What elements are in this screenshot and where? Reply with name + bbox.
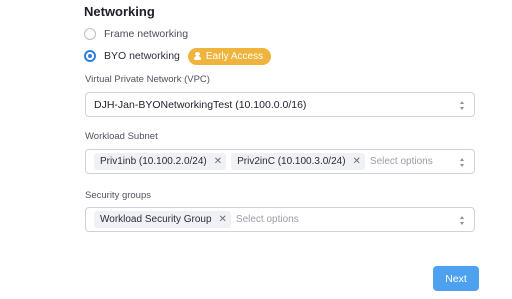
frame-networking-radio[interactable] bbox=[84, 28, 96, 40]
frame-networking-option[interactable]: Frame networking bbox=[84, 26, 188, 42]
early-access-label: Early Access bbox=[205, 50, 264, 62]
security-groups-label: Security groups bbox=[85, 190, 152, 201]
security-groups-search-input[interactable]: Select options bbox=[236, 214, 299, 225]
byo-networking-option[interactable]: BYO networking Early Access bbox=[84, 47, 272, 65]
subnet-chip-label: Priv2inC (10.100.3.0/24) bbox=[237, 156, 346, 167]
security-groups-select[interactable]: Workload Security Group ✕ Select options bbox=[85, 207, 475, 232]
subnet-search-input[interactable]: Select options bbox=[370, 156, 433, 167]
remove-chip-icon[interactable]: ✕ bbox=[353, 156, 361, 167]
security-group-chip-label: Workload Security Group bbox=[100, 214, 212, 225]
subnet-chip-label: Priv1inb (10.100.2.0/24) bbox=[100, 156, 207, 167]
vpc-selected-value: DJH-Jan-BYONetworkingTest (10.100.0.0/16… bbox=[94, 98, 307, 111]
select-arrows-icon bbox=[460, 158, 465, 167]
remove-chip-icon[interactable]: ✕ bbox=[214, 156, 222, 167]
next-button[interactable]: Next bbox=[433, 266, 479, 291]
workload-subnet-select[interactable]: Priv1inb (10.100.2.0/24) ✕ Priv2inC (10.… bbox=[85, 149, 475, 174]
byo-networking-label: BYO networking bbox=[104, 50, 180, 62]
subnet-chip: Priv1inb (10.100.2.0/24) ✕ bbox=[94, 153, 227, 170]
security-group-chip: Workload Security Group ✕ bbox=[94, 211, 231, 228]
byo-networking-radio[interactable] bbox=[84, 50, 96, 62]
vpc-select[interactable]: DJH-Jan-BYONetworkingTest (10.100.0.0/16… bbox=[85, 92, 475, 117]
select-arrows-icon bbox=[460, 101, 465, 110]
networking-title: Networking bbox=[84, 4, 155, 19]
vpc-label: Virtual Private Network (VPC) bbox=[85, 74, 210, 85]
person-icon bbox=[193, 52, 201, 60]
remove-chip-icon[interactable]: ✕ bbox=[219, 214, 227, 225]
early-access-badge: Early Access bbox=[187, 47, 272, 65]
frame-networking-label: Frame networking bbox=[104, 28, 189, 40]
workload-subnet-label: Workload Subnet bbox=[85, 131, 158, 142]
select-arrows-icon bbox=[460, 216, 465, 225]
subnet-chip: Priv2inC (10.100.3.0/24) ✕ bbox=[231, 153, 365, 170]
